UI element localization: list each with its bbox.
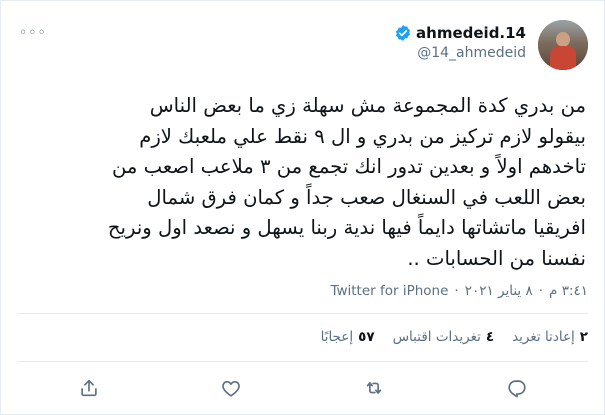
tweet-text-line: تاخدهم اولاً و بعدين تدور انك تجمع من ٣ …: [112, 155, 586, 178]
tweet-text-line: بيقولو لازم تركيز من بدري و ال ٩ نقط علي…: [139, 124, 586, 148]
more-options-icon[interactable]: ◦◦◦: [19, 25, 47, 41]
likes-label: إعجابًا: [320, 329, 354, 345]
user-handle[interactable]: @14_ahmedeid: [417, 45, 526, 61]
tweet-meta: ٣:٤١ م · ٨ يناير ٢٠٢١ · Twitter for iPho…: [330, 283, 588, 299]
tweet-text-line: افريقيا ماتشاتها دايماً فيها ندية ربنا ي…: [107, 216, 586, 239]
divider: [17, 313, 588, 314]
verified-badge-icon: [395, 25, 411, 41]
user-display: ahmedeid.14: [394, 24, 526, 42]
tweet-text: من بدري كدة المجموعة مش سهلة زي ما بعض ا…: [15, 91, 586, 274]
display-name[interactable]: ahmedeid.14: [416, 24, 526, 42]
quotes-count: ٤: [485, 329, 495, 345]
likes-stat[interactable]: ٥٧ إعجابًا: [321, 329, 375, 345]
divider: [17, 361, 588, 362]
tweet-text-line: نفسنا من الحسابات ..: [407, 246, 586, 270]
retweets-label: إعادتا تغريد: [512, 329, 575, 345]
quotes-label: تغريدات اقتباس: [392, 329, 481, 345]
tweet-date[interactable]: ٨ يناير ٢٠٢١: [465, 283, 533, 299]
meta-separator: ·: [538, 283, 544, 299]
action-bar: [1, 371, 605, 405]
like-icon[interactable]: [214, 371, 248, 405]
tweet-source[interactable]: Twitter for iPhone: [330, 283, 448, 299]
tweet-card: ◦◦◦ ahmedeid.14 @14_ahmedeid من بدري كدة…: [0, 0, 605, 415]
tweet-text-line: من بدري كدة المجموعة مش سهلة زي ما بعض ا…: [149, 94, 586, 117]
quotes-stat[interactable]: ٤ تغريدات اقتباس: [393, 329, 495, 345]
reply-icon[interactable]: [500, 371, 534, 405]
tweet-time[interactable]: ٣:٤١ م: [549, 283, 588, 299]
tweet-text-line: بعض اللعب في السنغال صعب جداً و كمان فرق…: [147, 185, 586, 209]
likes-count: ٥٧: [358, 329, 375, 345]
tweet-stats: ٢ إعادتا تغريد ٤ تغريدات اقتباس ٥٧ إعجاب…: [321, 329, 588, 345]
retweets-count: ٢: [579, 329, 588, 345]
share-icon[interactable]: [72, 371, 106, 405]
retweets-stat[interactable]: ٢ إعادتا تغريد: [512, 329, 588, 345]
avatar[interactable]: [538, 20, 588, 70]
meta-separator: ·: [454, 283, 459, 299]
retweet-icon[interactable]: [357, 371, 391, 405]
